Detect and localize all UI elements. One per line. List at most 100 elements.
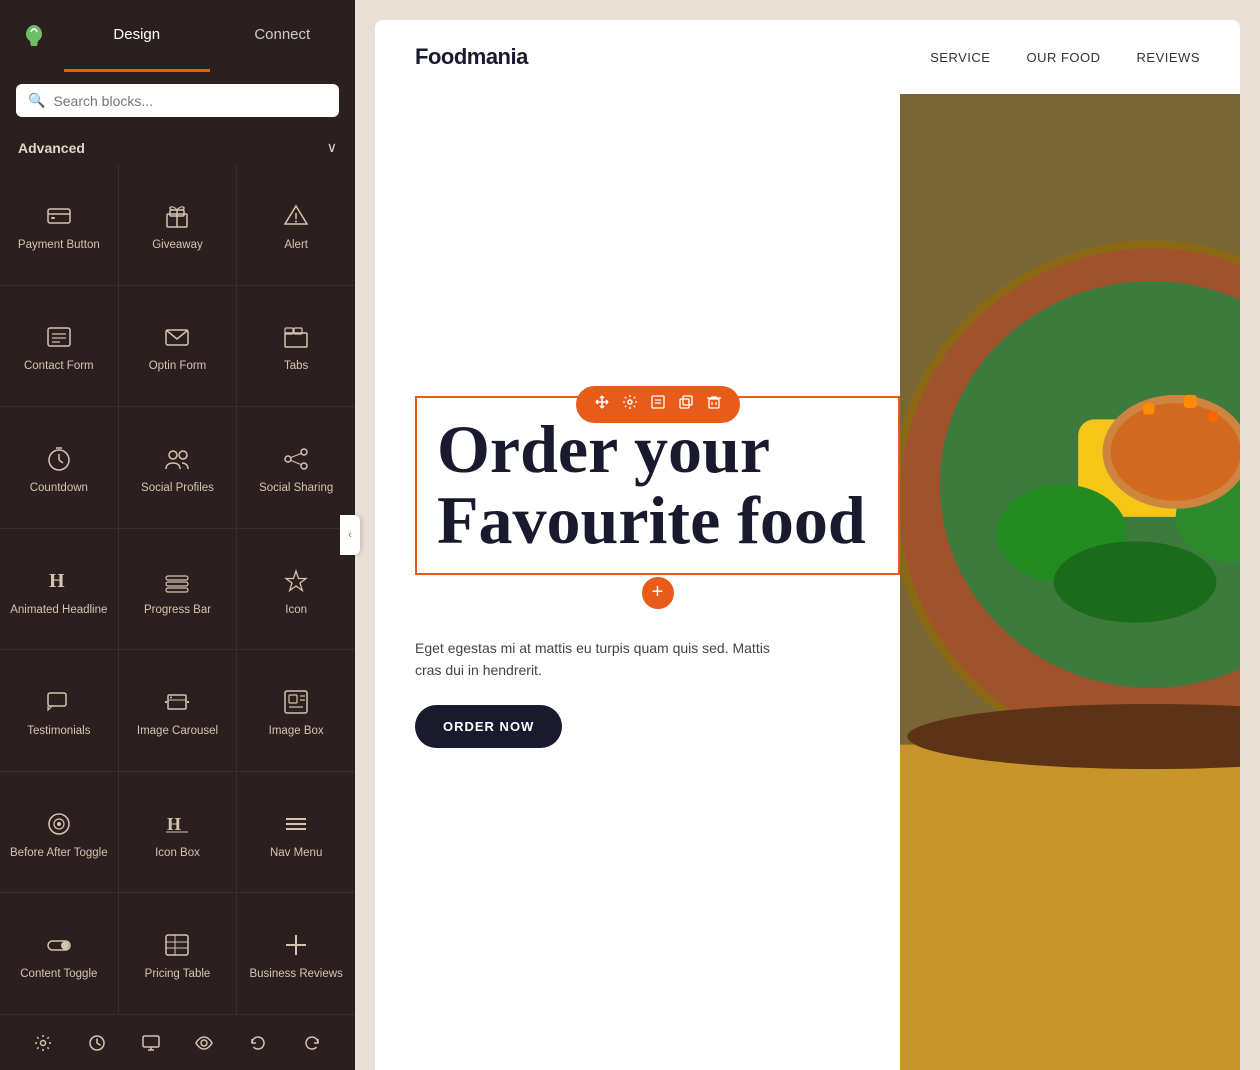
block-label-image-carousel: Image Carousel bbox=[137, 724, 218, 739]
block-label-image-box: Image Box bbox=[269, 724, 324, 739]
section-title: Advanced bbox=[18, 140, 85, 156]
social-profiles-icon bbox=[161, 443, 193, 475]
alert-icon bbox=[280, 200, 312, 232]
headline-wrapper: Order your Favourite food + bbox=[415, 396, 900, 591]
settings-toolbar-icon[interactable] bbox=[622, 394, 638, 415]
testimonials-icon bbox=[43, 686, 75, 718]
block-social-sharing[interactable]: Social Sharing bbox=[237, 407, 355, 528]
nav-menu-icon bbox=[280, 808, 312, 840]
hero-description: Eget egestas mi at mattis eu turpis quam… bbox=[415, 637, 795, 682]
search-wrap: 🔍 bbox=[16, 84, 339, 117]
block-label-testimonials: Testimonials bbox=[27, 724, 90, 739]
block-label-tabs: Tabs bbox=[284, 359, 308, 374]
block-countdown[interactable]: Countdown bbox=[0, 407, 118, 528]
pricing-table-icon bbox=[161, 929, 193, 961]
sidebar-bottom-bar bbox=[0, 1014, 355, 1070]
payment-button-icon bbox=[43, 200, 75, 232]
icon-box-icon: H bbox=[161, 808, 193, 840]
giveaway-icon bbox=[161, 200, 193, 232]
block-before-after-toggle[interactable]: Before After Toggle bbox=[0, 772, 118, 893]
block-label-contact-form: Contact Form bbox=[24, 359, 94, 374]
section-header: Advanced ∨ bbox=[0, 129, 355, 164]
element-toolbar bbox=[576, 386, 740, 423]
before-after-toggle-icon bbox=[43, 808, 75, 840]
block-optin-form[interactable]: Optin Form bbox=[119, 286, 237, 407]
block-label-social-sharing: Social Sharing bbox=[259, 481, 333, 496]
preview-nav: Foodmania SERVICE OUR FOOD REVIEWS bbox=[375, 20, 1240, 94]
preview-icon[interactable] bbox=[188, 1027, 220, 1059]
nav-logo: Foodmania bbox=[415, 44, 528, 70]
search-icon: 🔍 bbox=[28, 92, 45, 109]
chevron-down-icon[interactable]: ∨ bbox=[327, 139, 337, 156]
block-giveaway[interactable]: Giveaway bbox=[119, 164, 237, 285]
block-label-icon: Icon bbox=[285, 603, 307, 618]
duplicate-toolbar-icon[interactable] bbox=[678, 394, 694, 415]
block-image-box[interactable]: Image Box bbox=[237, 650, 355, 771]
block-tabs[interactable]: Tabs bbox=[237, 286, 355, 407]
blocks-grid: Payment Button Giveaway Alert Contact Fo… bbox=[0, 164, 355, 1014]
block-icon-box[interactable]: H Icon Box bbox=[119, 772, 237, 893]
hero-image bbox=[900, 94, 1240, 1070]
sidebar-header: Design Connect bbox=[0, 0, 355, 72]
block-label-animated-headline: Animated Headline bbox=[10, 603, 107, 618]
add-element-button[interactable]: + bbox=[640, 575, 676, 611]
cta-button[interactable]: ORDER NOW bbox=[415, 705, 562, 748]
nav-link-reviews[interactable]: REVIEWS bbox=[1137, 50, 1200, 65]
block-image-carousel[interactable]: Image Carousel bbox=[119, 650, 237, 771]
tab-design[interactable]: Design bbox=[64, 0, 210, 72]
sidebar-tabs: Design Connect bbox=[64, 0, 355, 72]
food-bowl-illustration bbox=[900, 94, 1240, 1070]
tab-connect[interactable]: Connect bbox=[210, 0, 356, 72]
image-box-icon bbox=[280, 686, 312, 718]
search-area: 🔍 bbox=[0, 72, 355, 129]
block-alert[interactable]: Alert bbox=[237, 164, 355, 285]
block-progress-bar[interactable]: Progress Bar bbox=[119, 529, 237, 650]
block-payment-button[interactable]: Payment Button bbox=[0, 164, 118, 285]
block-label-pricing-table: Pricing Table bbox=[145, 967, 211, 982]
block-label-business-reviews: Business Reviews bbox=[249, 967, 342, 982]
desktop-icon[interactable] bbox=[135, 1027, 167, 1059]
tabs-icon bbox=[280, 321, 312, 353]
sidebar-collapse-handle[interactable]: ‹ bbox=[340, 515, 360, 555]
website-preview: Foodmania SERVICE OUR FOOD REVIEWS bbox=[375, 20, 1240, 1070]
block-label-social-profiles: Social Profiles bbox=[141, 481, 214, 496]
block-business-reviews[interactable]: Business Reviews bbox=[237, 893, 355, 1014]
block-label-icon-box: Icon Box bbox=[155, 846, 200, 861]
image-carousel-icon bbox=[161, 686, 193, 718]
nav-link-service[interactable]: SERVICE bbox=[930, 50, 990, 65]
block-label-alert: Alert bbox=[284, 238, 308, 253]
block-label-giveaway: Giveaway bbox=[152, 238, 203, 253]
redo-icon[interactable] bbox=[296, 1027, 328, 1059]
delete-toolbar-icon[interactable] bbox=[706, 394, 722, 415]
block-animated-headline[interactable]: H Animated Headline bbox=[0, 529, 118, 650]
block-contact-form[interactable]: Contact Form bbox=[0, 286, 118, 407]
undo-icon[interactable] bbox=[242, 1027, 274, 1059]
block-label-progress-bar: Progress Bar bbox=[144, 603, 211, 618]
block-pricing-table[interactable]: Pricing Table bbox=[119, 893, 237, 1014]
block-content-toggle[interactable]: Content Toggle bbox=[0, 893, 118, 1014]
block-label-nav-menu: Nav Menu bbox=[270, 846, 322, 861]
contact-form-icon bbox=[43, 321, 75, 353]
business-reviews-icon bbox=[280, 929, 312, 961]
settings-icon[interactable] bbox=[27, 1027, 59, 1059]
social-sharing-icon bbox=[280, 443, 312, 475]
history-icon[interactable] bbox=[81, 1027, 113, 1059]
edit-toolbar-icon[interactable] bbox=[650, 394, 666, 415]
app-logo bbox=[16, 18, 52, 54]
block-social-profiles[interactable]: Social Profiles bbox=[119, 407, 237, 528]
svg-text:H: H bbox=[49, 570, 65, 592]
search-input[interactable] bbox=[53, 93, 327, 109]
move-icon[interactable] bbox=[594, 394, 610, 415]
nav-link-our-food[interactable]: OUR FOOD bbox=[1026, 50, 1100, 65]
block-label-content-toggle: Content Toggle bbox=[20, 967, 97, 982]
block-icon[interactable]: Icon bbox=[237, 529, 355, 650]
block-label-payment-button: Payment Button bbox=[18, 238, 100, 253]
svg-text:H: H bbox=[167, 814, 181, 834]
animated-headline-icon: H bbox=[43, 565, 75, 597]
icon-block-icon bbox=[280, 565, 312, 597]
block-label-countdown: Countdown bbox=[30, 481, 88, 496]
sidebar: Design Connect 🔍 Advanced ∨ Payment Butt… bbox=[0, 0, 355, 1070]
block-testimonials[interactable]: Testimonials bbox=[0, 650, 118, 771]
progress-bar-icon bbox=[161, 565, 193, 597]
block-nav-menu[interactable]: Nav Menu bbox=[237, 772, 355, 893]
